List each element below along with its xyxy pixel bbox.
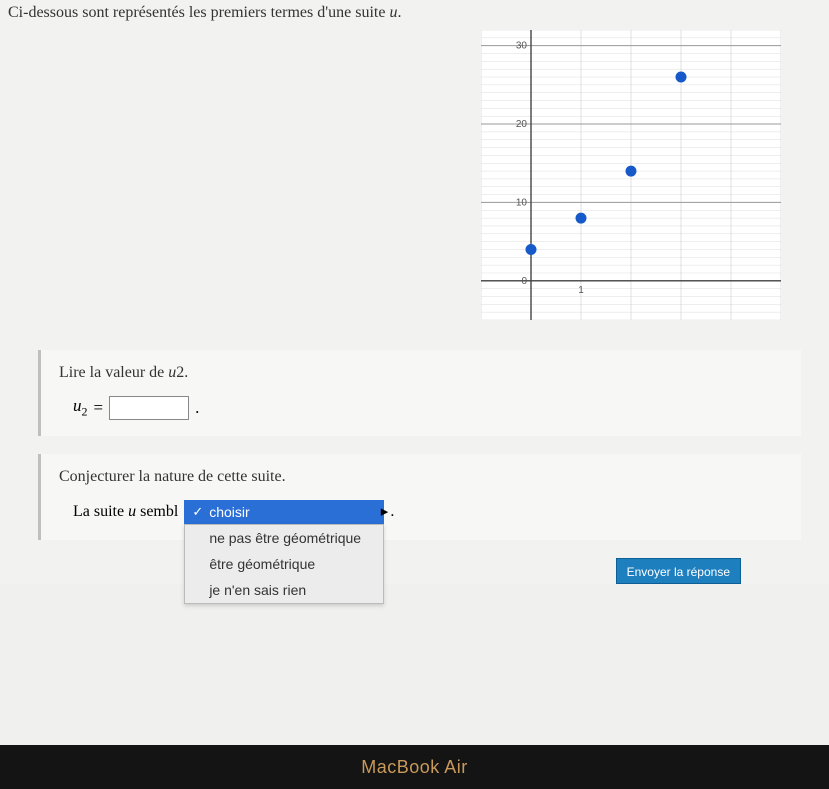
submit-button[interactable]: Envoyer la réponse bbox=[616, 558, 741, 584]
svg-text:20: 20 bbox=[516, 119, 528, 130]
nature-select-selected[interactable]: ✓ choisir ▸ bbox=[184, 500, 384, 524]
question-1-prompt: Lire la valeur de u2. bbox=[59, 364, 783, 382]
checkmark-icon: ✓ bbox=[192, 504, 203, 520]
sequence-scatter-chart: 0 10 20 30 1 bbox=[481, 30, 781, 320]
question-2-card: Conjecturer la nature de cette suite. La… bbox=[38, 454, 801, 540]
svg-text:0: 0 bbox=[521, 276, 527, 287]
equals-sign: = bbox=[94, 398, 104, 418]
q1-trail: . bbox=[195, 398, 199, 418]
svg-text:10: 10 bbox=[516, 197, 528, 208]
nature-option[interactable]: ne pas être géométrique bbox=[185, 525, 383, 551]
nature-select-options: ne pas être géométriqueêtre géométriquej… bbox=[184, 524, 384, 604]
q2-trail: . bbox=[390, 503, 394, 521]
question-1-card: Lire la valeur de u2. u2 = . bbox=[38, 350, 801, 436]
cursor-arrow-icon: ▸ bbox=[381, 502, 389, 520]
question-2-prompt: Conjecturer la nature de cette suite. bbox=[59, 468, 783, 486]
u2-answer-input[interactable] bbox=[109, 396, 189, 420]
chart-container: 0 10 20 30 1 bbox=[8, 30, 821, 320]
svg-text:1: 1 bbox=[578, 285, 584, 296]
device-label: MacBook Air bbox=[361, 757, 468, 778]
q1-variable: u2 bbox=[73, 396, 88, 419]
device-bezel: MacBook Air bbox=[0, 745, 829, 789]
nature-select[interactable]: ✓ choisir ▸ ne pas être géométriqueêtre … bbox=[184, 500, 384, 524]
instruction-text: Ci-dessous sont représentés les premiers… bbox=[8, 4, 821, 22]
svg-text:30: 30 bbox=[516, 41, 528, 52]
nature-option[interactable]: je n'en sais rien bbox=[185, 577, 383, 603]
nature-option[interactable]: être géométrique bbox=[185, 551, 383, 577]
q2-lead-text: La suite u sembl bbox=[73, 503, 178, 521]
